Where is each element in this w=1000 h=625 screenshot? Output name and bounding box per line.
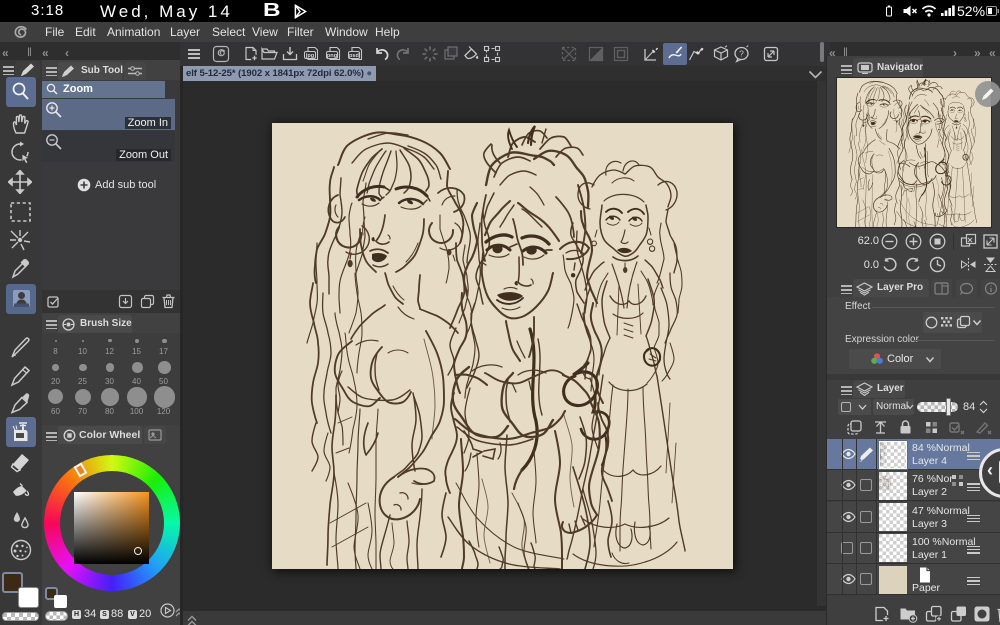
svg-text:?: ? — [739, 49, 744, 59]
svg-text:png: png — [327, 53, 338, 59]
svg-text:psd: psd — [349, 53, 360, 59]
svg-text:jpg: jpg — [305, 53, 315, 59]
